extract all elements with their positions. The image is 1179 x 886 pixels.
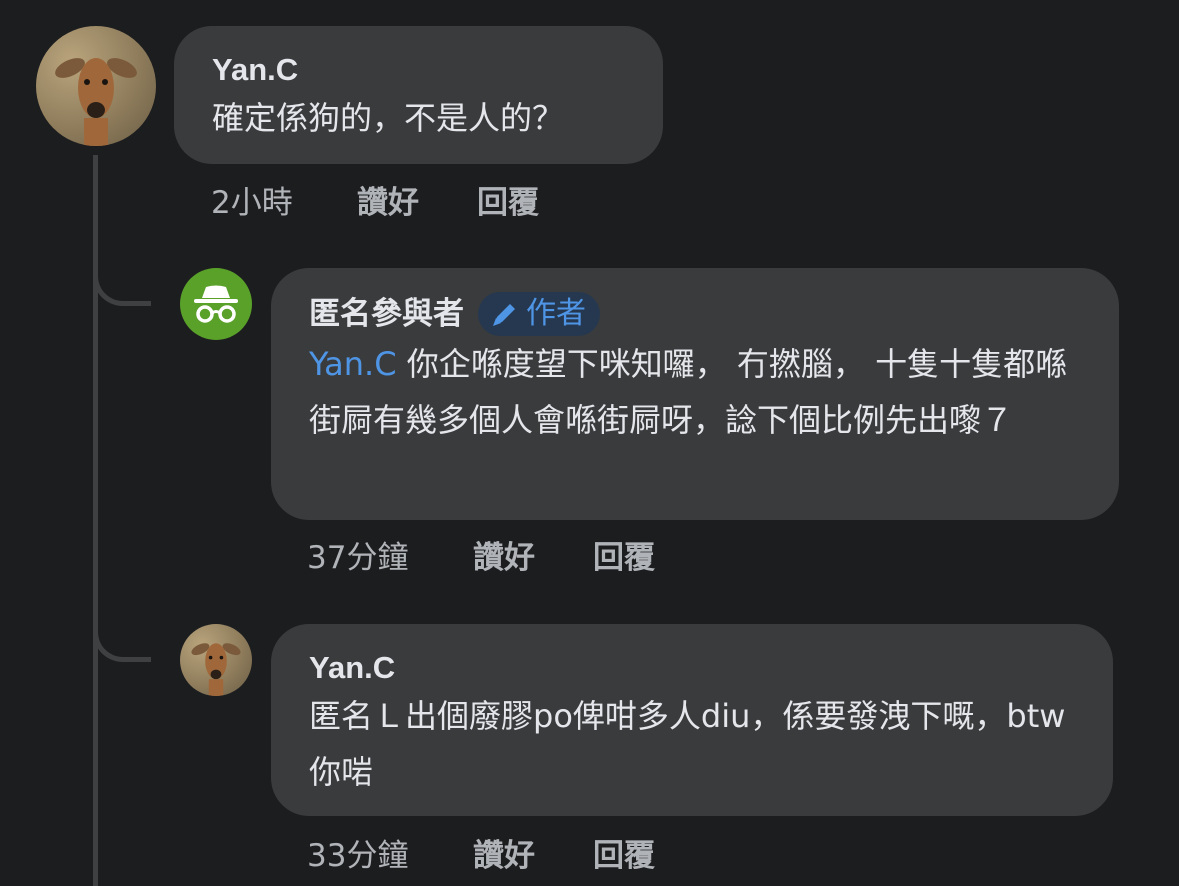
- avatar[interactable]: [36, 26, 156, 146]
- comment-text: 匿名Ｌ出個廢膠po俾咁多人diu，係要發洩下嘅，btw 你啱: [309, 697, 1076, 791]
- comment-time[interactable]: 33分鐘: [307, 836, 473, 876]
- comment-bubble: 匿名參與者 作者 Yan.C 你企喺度望下咪知囉， 冇撚腦， 十隻十隻都喺街屙有…: [271, 268, 1119, 520]
- comment-bubble: Yan.C 確定係狗的，不是人的？: [174, 26, 663, 164]
- comment-author-row: 匿名參與者 作者: [309, 292, 1081, 336]
- comment-time[interactable]: 2小時: [211, 183, 357, 223]
- reply-button[interactable]: 回覆: [593, 836, 655, 876]
- thread-branch: [93, 618, 151, 662]
- like-button[interactable]: 讚好: [357, 183, 477, 223]
- comment-author[interactable]: Yan.C: [212, 50, 625, 90]
- author-badge: 作者: [478, 292, 600, 336]
- comment-body: 你企喺度望下咪知囉， 冇撚腦， 十隻十隻都喺街屙有幾多個人會喺街屙呀，諗下個比例…: [309, 345, 1068, 439]
- deer-photo-icon: [191, 643, 241, 696]
- like-button[interactable]: 讚好: [473, 538, 593, 578]
- comment-text: Yan.C 你企喺度望下咪知囉， 冇撚腦， 十隻十隻都喺街屙有幾多個人會喺街屙呀…: [309, 336, 1081, 448]
- comment-text: 確定係狗的，不是人的？: [212, 99, 565, 137]
- thread-branch: [93, 262, 151, 306]
- comment-bubble: Yan.C 匿名Ｌ出個廢膠po俾咁多人diu，係要發洩下嘅，btw 你啱: [271, 624, 1113, 816]
- anonymous-avatar[interactable]: [180, 268, 252, 340]
- comment-actions: 37分鐘 讚好 回覆: [307, 538, 655, 578]
- like-button[interactable]: 讚好: [473, 836, 593, 876]
- reply-button[interactable]: 回覆: [593, 538, 655, 578]
- comment-time[interactable]: 37分鐘: [307, 538, 473, 578]
- comment-thread: Yan.C 確定係狗的，不是人的？ 2小時 讚好 回覆 匿名參與者 作者 Yan…: [0, 0, 1179, 886]
- deer-photo-icon: [55, 58, 137, 146]
- reply-button[interactable]: 回覆: [477, 183, 539, 223]
- avatar[interactable]: [180, 624, 252, 696]
- comment-author[interactable]: 匿名參與者: [309, 294, 464, 334]
- pencil-icon: [493, 304, 515, 326]
- mention-link[interactable]: Yan.C: [309, 345, 397, 383]
- comment-author[interactable]: Yan.C: [309, 648, 1075, 688]
- comment-actions: 33分鐘 讚好 回覆: [307, 836, 655, 876]
- incognito-icon: [194, 285, 238, 323]
- author-badge-label: 作者: [526, 297, 586, 330]
- comment-actions: 2小時 讚好 回覆: [211, 183, 539, 223]
